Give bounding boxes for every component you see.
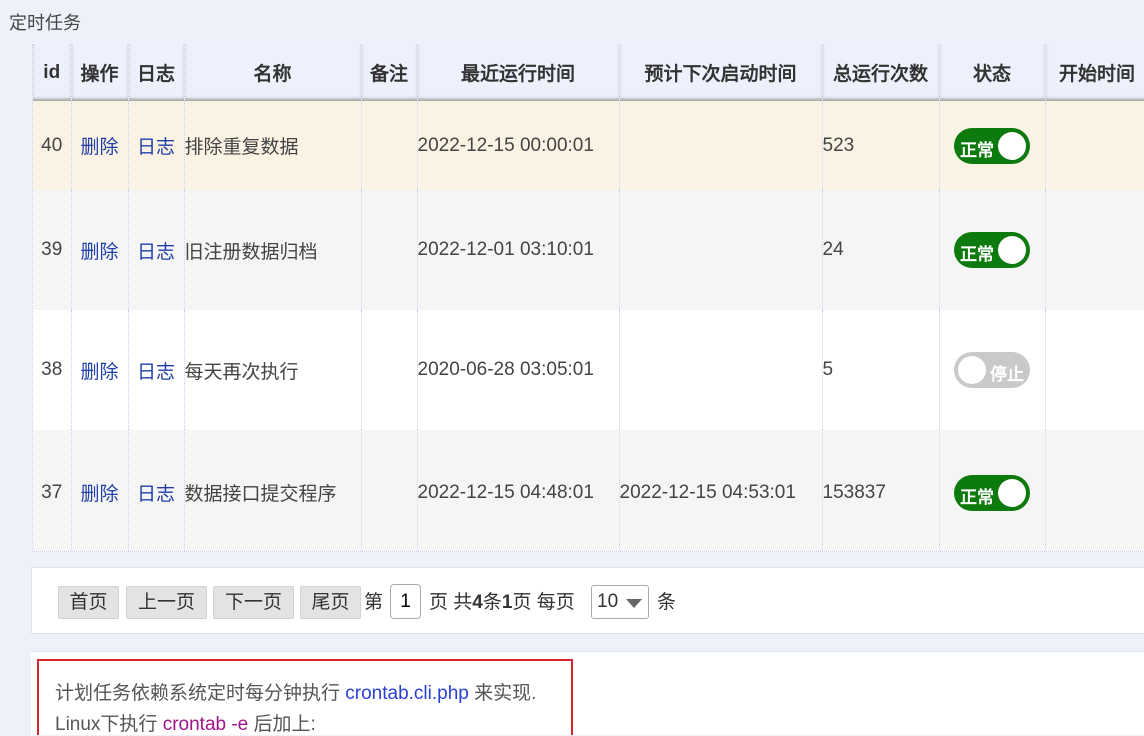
help-line-1: 计划任务依赖系统定时每分钟执行 crontab.cli.php 来实现. [55, 678, 536, 705]
cell-name: 每天再次执行 [184, 310, 362, 430]
per-page-label: 页 每页 [512, 592, 575, 613]
last-page-button[interactable]: 尾页 [300, 586, 361, 619]
log-link[interactable]: 日志 [137, 484, 175, 505]
cell-start-time [1045, 310, 1144, 430]
toggle-knob [998, 236, 1026, 264]
page-suffix-label: 页 共 [429, 592, 473, 613]
cron-script-filename: crontab.cli.php [345, 683, 469, 704]
cell-start-time [1045, 430, 1144, 551]
col-header-log[interactable]: 日志 [128, 44, 185, 101]
cell-start-time [1045, 190, 1144, 310]
cell-id: 37 [33, 430, 72, 551]
cell-run-count: 24 [822, 190, 940, 310]
total-rows: 4 [472, 592, 483, 613]
table-row[interactable]: 38 删除 日志 每天再次执行 2020-06-28 03:05:01 5 停止 [33, 310, 1144, 430]
page-summary: 页 共4条1页 每页 [429, 586, 575, 619]
col-header-last-run[interactable]: 最近运行时间 [417, 44, 620, 101]
col-header-action[interactable]: 操作 [71, 44, 129, 101]
page-size-value: 10 [597, 591, 619, 612]
cell-note [361, 310, 418, 430]
status-toggle[interactable]: 正常 [954, 232, 1030, 268]
help-line-1-suffix: 来实现. [468, 683, 537, 704]
cell-next-run [619, 101, 823, 190]
toggle-knob [998, 131, 1026, 160]
col-header-run-count[interactable]: 总运行次数 [822, 44, 940, 101]
cell-run-count: 523 [822, 101, 940, 190]
status-toggle-label: 正常 [960, 487, 994, 507]
next-page-button[interactable]: 下一页 [213, 586, 294, 619]
col-header-next-run[interactable]: 预计下次启动时间 [619, 44, 823, 101]
log-link[interactable]: 日志 [137, 242, 175, 263]
table-row[interactable]: 37 删除 日志 数据接口提交程序 2022-12-15 04:48:01 20… [33, 430, 1144, 551]
cell-id: 38 [33, 310, 72, 430]
status-toggle-label: 正常 [960, 140, 994, 160]
page-size-select[interactable]: 10 [591, 585, 649, 619]
status-toggle[interactable]: 正常 [954, 127, 1030, 164]
cell-next-run [619, 190, 823, 310]
col-header-start-time[interactable]: 开始时间 [1045, 44, 1144, 101]
cell-run-count: 153837 [822, 430, 940, 551]
col-header-status[interactable]: 状态 [939, 44, 1046, 101]
col-header-note[interactable]: 备注 [361, 44, 418, 101]
first-page-button[interactable]: 首页 [58, 586, 119, 619]
cell-id: 39 [33, 190, 72, 310]
toggle-knob [998, 478, 1026, 507]
chevron-down-icon [626, 599, 642, 608]
log-link[interactable]: 日志 [137, 362, 175, 383]
cell-note [361, 101, 418, 190]
cell-last-run: 2022-12-15 04:48:01 [417, 430, 620, 551]
table-header-row: id 操作 日志 名称 备注 最近运行时间 预计下次启动时间 总运行次数 状态 … [33, 44, 1144, 101]
help-line-2-suffix: 后加上: [248, 714, 316, 735]
pagination-bar: 首页 上一页 下一页 尾页 第 页 共4条1页 每页 10 条 [31, 567, 1144, 634]
cell-name: 数据接口提交程序 [184, 430, 362, 551]
toggle-knob [958, 356, 986, 384]
status-toggle[interactable]: 正常 [954, 474, 1030, 511]
delete-link[interactable]: 删除 [80, 242, 118, 263]
prev-page-button[interactable]: 上一页 [126, 586, 207, 619]
cell-name: 排除重复数据 [184, 101, 362, 190]
task-table-container: id 操作 日志 名称 备注 最近运行时间 预计下次启动时间 总运行次数 状态 … [32, 44, 1144, 552]
help-panel: 计划任务依赖系统定时每分钟执行 crontab.cli.php 来实现. Lin… [31, 651, 1144, 735]
table-row[interactable]: 39 删除 日志 旧注册数据归档 2022-12-01 03:10:01 24 … [33, 190, 1144, 310]
help-note-box: 计划任务依赖系统定时每分钟执行 crontab.cli.php 来实现. Lin… [37, 659, 573, 735]
table-row[interactable]: 40 删除 日志 排除重复数据 2022-12-15 00:00:01 523 … [33, 101, 1144, 190]
help-line-2: Linux下执行 crontab -e 后加上: [55, 709, 316, 736]
cell-next-run [619, 310, 823, 430]
cell-note [361, 190, 418, 310]
help-line-1-prefix: 计划任务依赖系统定时每分钟执行 [55, 683, 346, 704]
col-header-name[interactable]: 名称 [184, 44, 362, 101]
cell-name: 旧注册数据归档 [184, 190, 362, 310]
cell-run-count: 5 [822, 310, 940, 430]
delete-link[interactable]: 删除 [80, 484, 118, 505]
col-header-id[interactable]: id [33, 44, 72, 101]
cell-start-time [1045, 101, 1144, 190]
page-prefix-label: 第 [364, 592, 384, 613]
cell-last-run: 2022-12-01 03:10:01 [417, 190, 620, 310]
crontab-command: crontab -e [162, 714, 249, 735]
cell-id: 40 [33, 101, 72, 190]
delete-link[interactable]: 删除 [80, 362, 118, 383]
rows-unit-label: 条 [482, 592, 502, 613]
delete-link[interactable]: 删除 [80, 137, 118, 158]
task-table: id 操作 日志 名称 备注 最近运行时间 预计下次启动时间 总运行次数 状态 … [33, 44, 1144, 551]
page-title: 定时任务 [9, 13, 81, 33]
cell-last-run: 2020-06-28 03:05:01 [417, 310, 620, 430]
help-line-2-prefix: Linux下执行 [55, 714, 163, 735]
status-toggle[interactable]: 停止 [954, 352, 1030, 388]
cell-note [361, 430, 418, 551]
page-number-input[interactable] [390, 584, 421, 619]
log-link[interactable]: 日志 [137, 137, 175, 158]
cell-last-run: 2022-12-15 00:00:01 [417, 101, 620, 190]
cell-next-run: 2022-12-15 04:53:01 [619, 430, 823, 551]
size-unit-label: 条 [657, 592, 677, 613]
status-toggle-label: 正常 [960, 245, 994, 264]
status-toggle-label: 停止 [990, 365, 1024, 384]
total-pages: 1 [501, 592, 513, 613]
